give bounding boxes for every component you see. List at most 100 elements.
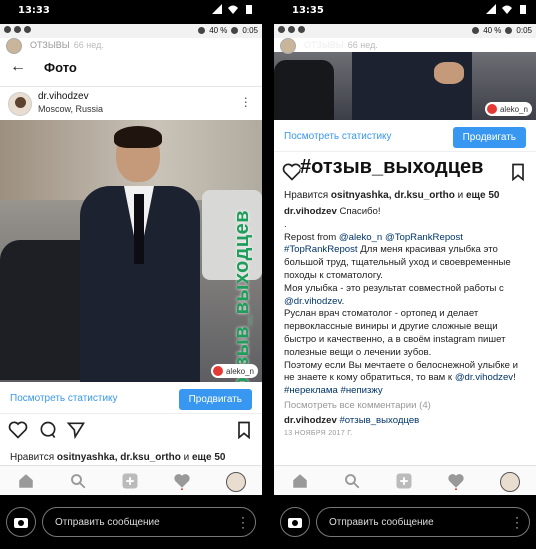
avatar[interactable] xyxy=(8,92,32,116)
promote-button[interactable]: Продвигать xyxy=(452,127,526,148)
post-actions xyxy=(0,416,262,444)
story-avatar[interactable] xyxy=(280,38,296,54)
phone-left: 13:33 40 % 0:05 ОТЗЫВЫ 66 нед. ← Фото dr… xyxy=(0,0,262,549)
mention-link[interactable]: @dr.vihodzev xyxy=(284,296,342,307)
activity-heart-icon[interactable] xyxy=(172,472,192,490)
hashtag-link[interactable]: #непизжу xyxy=(340,385,382,396)
repost-icon xyxy=(486,104,497,114)
search-icon[interactable] xyxy=(342,472,362,490)
repost-watermark: aleko_n xyxy=(210,364,258,378)
notification-icon xyxy=(14,26,21,33)
story-header[interactable]: ОТЗЫВЫ 66 нед. xyxy=(0,38,262,54)
post-location[interactable]: Moscow, Russia xyxy=(38,104,103,114)
likes-line[interactable]: Нравится ositnyashka, dr.ksu_ortho и еще… xyxy=(10,452,225,463)
status-icons xyxy=(486,4,528,14)
hashtag-link[interactable]: #отзыв_выходцев xyxy=(339,415,419,426)
inner-status-bar: 40 % 0:05 xyxy=(274,24,536,38)
system-status-bar: 13:33 xyxy=(0,0,262,22)
status-icons xyxy=(212,4,254,14)
story-header[interactable]: ОТЗЫВЫ 66 нед. xyxy=(274,38,536,54)
more-options-icon[interactable]: · · · xyxy=(241,511,245,533)
more-options-icon[interactable]: · · · xyxy=(243,90,248,112)
hashtag-link[interactable]: #нереклама xyxy=(284,385,338,396)
page-title: Фото xyxy=(44,60,77,75)
heart-icon[interactable] xyxy=(282,162,302,182)
message-bar: Отправить сообщение · · · xyxy=(274,497,536,549)
repost-icon xyxy=(212,366,223,376)
home-icon[interactable] xyxy=(16,472,36,490)
camera-button[interactable] xyxy=(6,507,36,537)
inner-status-bar: 40 % 0:05 xyxy=(0,24,262,38)
repost-watermark: aleko_n xyxy=(484,102,532,116)
hashtag-link[interactable]: #TopRankRepost xyxy=(284,244,358,255)
instagram-screen: 40 % 0:05 ОТЗЫВЫ 66 нед. ← Фото dr.vihodz… xyxy=(0,24,262,495)
comment-icon[interactable] xyxy=(38,420,58,440)
more-options-icon[interactable]: · · · xyxy=(515,511,519,533)
likes-line[interactable]: Нравится ositnyashka, dr.ksu_ortho и еще… xyxy=(284,190,499,201)
insights-row: Посмотреть статистику Продвигать xyxy=(274,122,536,152)
view-insights-link[interactable]: Посмотреть статистику xyxy=(10,393,118,404)
post-photo[interactable]: #отзыв_выходцев aleko_n xyxy=(0,120,262,382)
overlay-hashtag: #отзыв_выходцев xyxy=(231,210,253,382)
bookmark-icon[interactable] xyxy=(508,162,528,182)
view-insights-link[interactable]: Посмотреть статистику xyxy=(284,131,392,142)
notification-icon xyxy=(278,26,285,33)
bookmark-icon[interactable] xyxy=(234,420,254,440)
wifi-icon xyxy=(198,27,206,34)
battery-icon xyxy=(246,5,252,14)
system-status-bar: 13:35 xyxy=(274,0,536,22)
story-avatar[interactable] xyxy=(6,38,22,54)
search-icon[interactable] xyxy=(68,472,88,490)
profile-avatar[interactable] xyxy=(226,472,246,492)
mention-link[interactable]: @aleko_n xyxy=(339,232,382,243)
camera-icon xyxy=(288,518,302,528)
instagram-screen: 40 % 0:05 aleko_n ОТЗЫВЫ 66 нед. Посмотре… xyxy=(274,24,536,495)
message-input[interactable]: Отправить сообщение · · · xyxy=(316,507,530,537)
share-icon[interactable] xyxy=(66,420,86,440)
phone-right: 13:35 40 % 0:05 aleko_n ОТЗЫВЫ 66 нед. П… xyxy=(274,0,536,549)
camera-icon xyxy=(14,518,28,528)
home-icon[interactable] xyxy=(290,472,310,490)
add-post-icon[interactable] xyxy=(394,472,414,490)
story-name: ОТЗЫВЫ 66 нед. xyxy=(304,40,378,50)
photo-person xyxy=(80,126,200,382)
mention-link[interactable]: @dr.vihodzev xyxy=(455,372,513,383)
view-comments-link[interactable]: Посмотреть все комментарии (4) xyxy=(284,400,528,413)
comment-author[interactable]: dr.vihodzev xyxy=(284,415,337,426)
inner-time: 0:05 xyxy=(242,26,258,35)
profile-avatar[interactable] xyxy=(500,472,520,492)
status-time: 13:33 xyxy=(18,5,50,16)
wifi-icon xyxy=(472,27,480,34)
status-time: 13:35 xyxy=(292,5,324,16)
activity-heart-icon[interactable] xyxy=(446,472,466,490)
notification-icon xyxy=(4,26,11,33)
story-name: ОТЗЫВЫ 66 нед. xyxy=(30,40,104,50)
insights-row: Посмотреть статистику Продвигать xyxy=(0,384,262,414)
promote-button[interactable]: Продвигать xyxy=(178,389,252,410)
battery-icon xyxy=(505,27,513,34)
heart-icon[interactable] xyxy=(8,420,28,440)
mention-link[interactable]: @TopRankRepost xyxy=(385,232,463,243)
screenshot-pair: 13:33 40 % 0:05 ОТЗЫВЫ 66 нед. ← Фото dr… xyxy=(0,0,536,549)
message-bar: Отправить сообщение · · · xyxy=(0,497,262,549)
battery-icon xyxy=(520,5,526,14)
bottom-nav xyxy=(0,465,262,495)
top-bar: ← Фото xyxy=(0,54,262,82)
message-input[interactable]: Отправить сообщение · · · xyxy=(42,507,256,537)
wifi-icon xyxy=(502,5,512,14)
camera-button[interactable] xyxy=(280,507,310,537)
back-arrow-icon[interactable]: ← xyxy=(10,58,26,76)
signal-icon xyxy=(212,4,222,14)
post-photo-cropped[interactable]: aleko_n xyxy=(274,52,536,120)
caption-author[interactable]: dr.vihodzev xyxy=(284,206,337,217)
notification-icon xyxy=(24,26,31,33)
battery-level: 40 % xyxy=(209,26,228,35)
post-username[interactable]: dr.vihodzev xyxy=(38,91,89,102)
caption-hashtag-overlay: #отзыв_выходцев xyxy=(300,156,484,178)
add-post-icon[interactable] xyxy=(120,472,140,490)
notification-icon xyxy=(288,26,295,33)
wifi-icon xyxy=(228,5,238,14)
battery-level: 40 % xyxy=(483,26,502,35)
post-header: dr.vihodzev Moscow, Russia · · · xyxy=(0,86,262,122)
post-caption: dr.vihodzev Спасибо! . Repost from @alek… xyxy=(284,206,528,440)
